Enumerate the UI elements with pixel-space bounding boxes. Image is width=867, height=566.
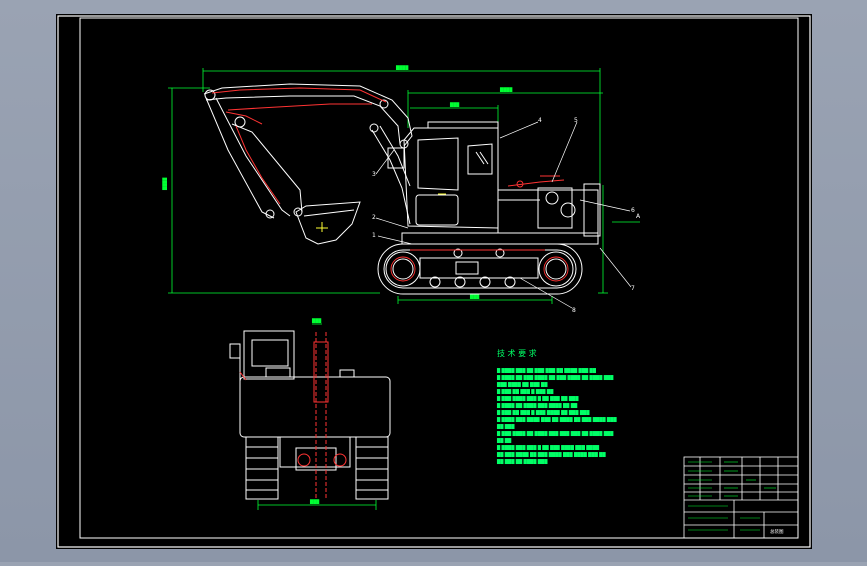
callout-2: 2 [372, 214, 376, 221]
svg-text:████: ████ [499, 87, 513, 92]
svg-text:███: ███ [311, 318, 322, 323]
svg-text:████: ████ [395, 65, 409, 70]
svg-text:████: ████ [162, 177, 167, 191]
callout-8: 8 [572, 307, 576, 314]
drawing-title: 总装图 [770, 528, 784, 535]
requirements-heading: 技 术 要 求 [497, 348, 537, 358]
drawing-sheet [56, 14, 812, 549]
cad-drawing: ████ ████ ███ ████ ███ 1 2 3 4 5 6 7 8 A… [56, 14, 812, 549]
callout-7: 7 [631, 285, 635, 292]
cad-viewport: ████ ████ ███ ████ ███ 1 2 3 4 5 6 7 8 A… [0, 0, 867, 562]
callout-4: 4 [538, 117, 542, 124]
svg-text:███: ███ [469, 294, 480, 299]
callout-5: 5 [574, 117, 578, 124]
callout-1: 1 [372, 232, 376, 239]
svg-text:███: ███ [449, 102, 460, 107]
callout-6: 6 [631, 207, 635, 214]
svg-text:███: ███ [309, 499, 320, 504]
callout-3: 3 [372, 171, 376, 178]
